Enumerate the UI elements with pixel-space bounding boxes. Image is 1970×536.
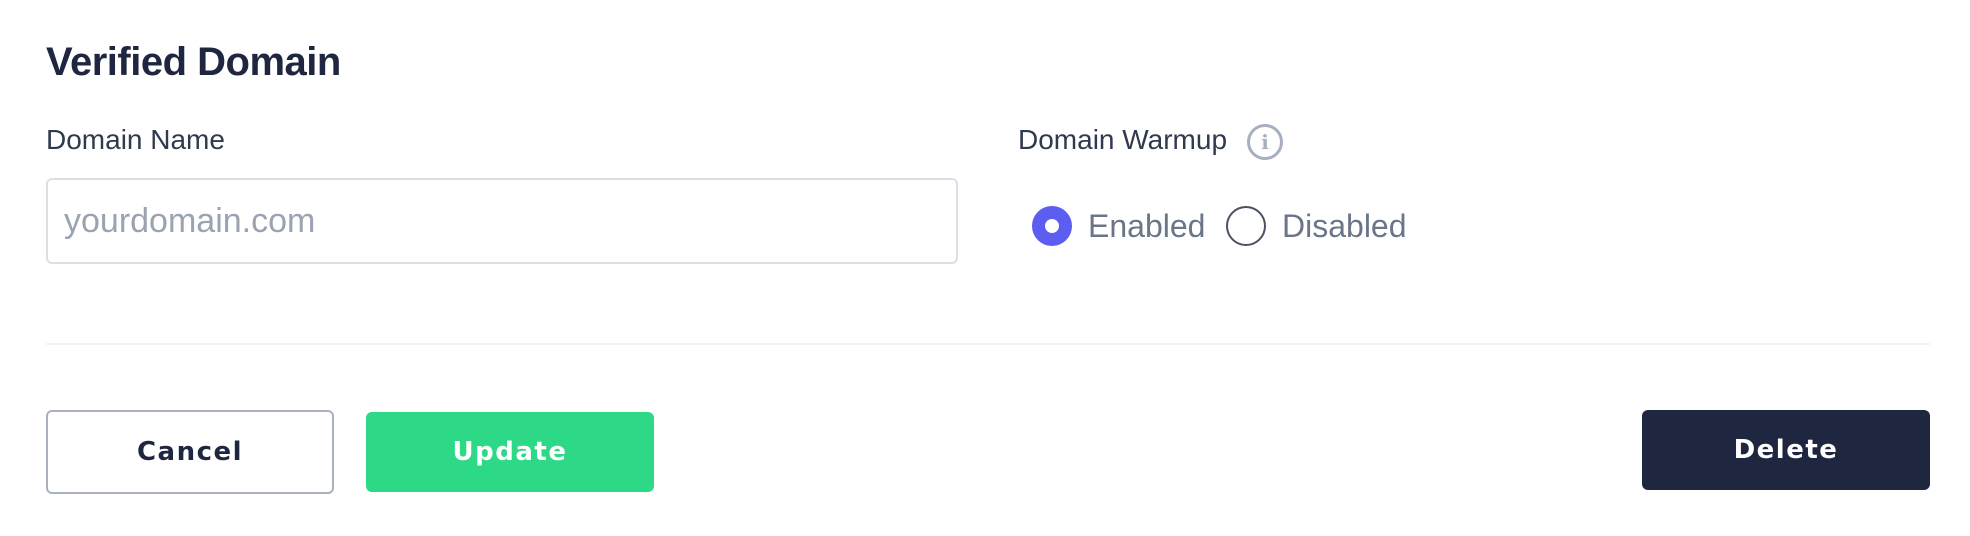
radio-disabled-label: Disabled (1282, 207, 1407, 244)
radio-enabled-label: Enabled (1088, 207, 1206, 244)
radio-enabled[interactable]: Enabled (1032, 206, 1205, 246)
cancel-button[interactable]: Cancel (46, 410, 334, 494)
radio-enabled-circle[interactable] (1032, 206, 1072, 246)
info-icon[interactable]: i (1247, 124, 1283, 160)
domain-name-input[interactable] (46, 178, 958, 264)
domain-warmup-label: Domain Warmup (1018, 124, 1228, 155)
delete-button[interactable]: Delete (1642, 410, 1930, 490)
radio-disabled-circle[interactable] (1226, 206, 1266, 246)
section-divider (46, 343, 1930, 345)
domain-name-label: Domain Name (46, 124, 225, 155)
update-button[interactable]: Update (366, 412, 654, 492)
radio-disabled[interactable]: Disabled (1226, 206, 1407, 246)
page-title: Verified Domain (46, 40, 341, 84)
